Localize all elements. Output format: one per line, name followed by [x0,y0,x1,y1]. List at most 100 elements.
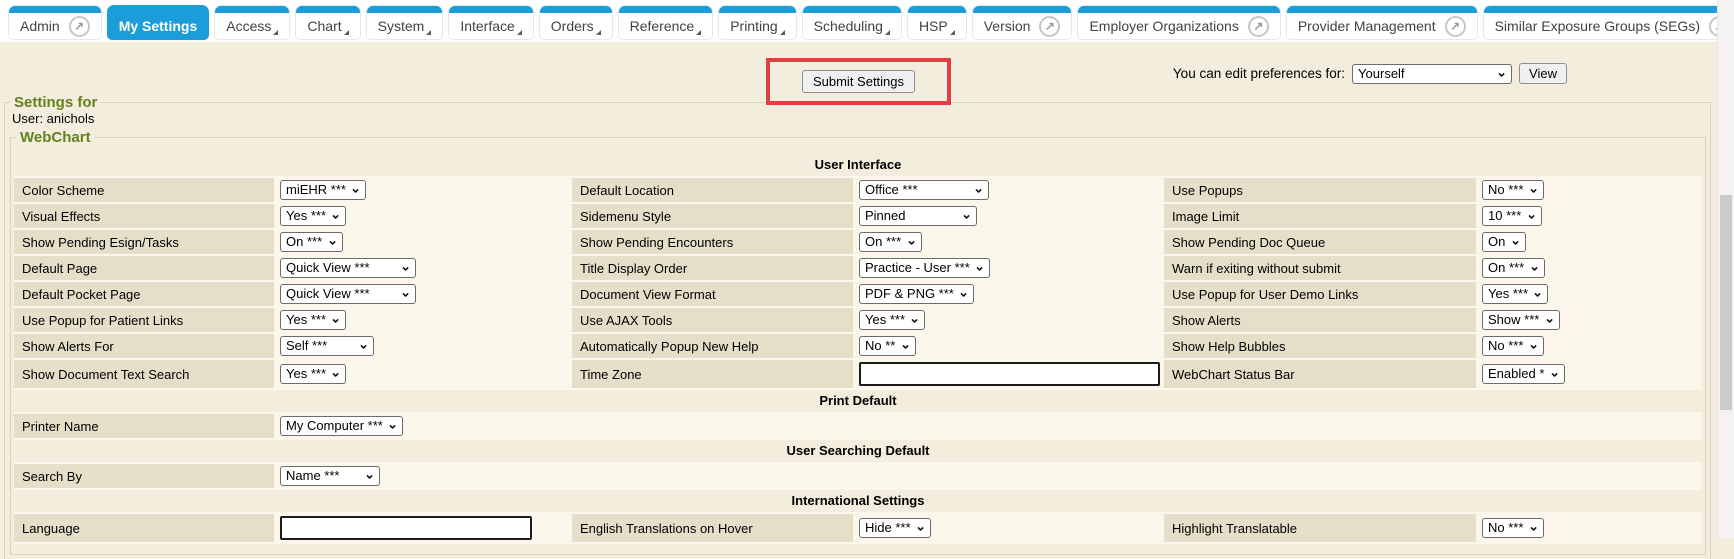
tab-accent-bar [367,6,443,13]
setting-label-webchart-status-bar: WebChart Status Bar [1164,360,1476,390]
webchart-my-settings-page: { "colors": { "accent_blue": "#1B9DD9", … [0,0,1734,538]
setting-select-color-scheme[interactable]: miEHR *** [280,180,366,200]
tab-label: System [378,18,425,34]
setting-label-document-view-format: Document View Format [572,282,853,308]
setting-label-use-popups: Use Popups [1164,178,1476,204]
tab-accent-bar [215,6,289,13]
scrollbar-thumb[interactable] [1720,195,1732,410]
setting-select-show-pending-esign-tasks[interactable]: On *** [280,232,343,252]
tab-scheduling[interactable]: Scheduling [802,5,902,40]
submit-settings-button[interactable]: Submit Settings [802,70,915,93]
setting-select-automatically-popup-new-help[interactable]: No ** [859,336,916,356]
menu-corner-icon [596,30,601,35]
setting-select-highlight-translatable[interactable]: No *** [1482,518,1544,538]
setting-label-show-document-text-search: Show Document Text Search [14,360,274,390]
tab-label: Scheduling [814,18,883,34]
setting-label-sidemenu-style: Sidemenu Style [572,204,853,230]
tab-reference[interactable]: Reference [618,5,714,40]
setting-value-cell: Yes ***⌄ [1476,282,1702,308]
tab-chart[interactable]: Chart [295,5,360,40]
webchart-legend: WebChart [16,129,95,146]
setting-value-cell: Yes ***⌄ [274,204,572,230]
tab-accent-bar [908,6,966,13]
setting-value-cell: Quick View ***⌄ [274,256,572,282]
setting-select-show-help-bubbles[interactable]: No *** [1482,336,1544,356]
tab-hsp[interactable]: HSP [907,5,967,40]
setting-select-image-limit[interactable]: 10 *** [1482,206,1542,226]
setting-value-cell: On ***⌄ [1476,256,1702,282]
setting-select-use-popup-for-patient-links[interactable]: Yes *** [280,310,346,330]
setting-label-english-translations-on-hover: English Translations on Hover [572,514,853,544]
setting-value-cell: No ***⌄ [1476,514,1702,544]
tab-accent-bar [1287,6,1477,13]
tab-interface[interactable]: Interface [448,5,533,40]
tab-label: Provider Management [1298,18,1436,34]
tab-orders[interactable]: Orders [539,5,613,40]
tab-printing[interactable]: Printing [718,5,796,40]
setting-select-default-pocket-page[interactable]: Quick View *** [280,284,416,304]
setting-select-search-by[interactable]: Name *** [280,466,380,486]
menu-corner-icon [426,30,431,35]
tab-label: Version [984,18,1031,34]
setting-label-default-pocket-page: Default Pocket Page [14,282,274,308]
setting-select-visual-effects[interactable]: Yes *** [280,206,346,226]
setting-value-cell [274,514,572,544]
view-button[interactable]: View [1519,63,1567,84]
setting-value-cell: Yes ***⌄ [274,308,572,334]
setting-select-show-alerts[interactable]: Show *** [1482,310,1560,330]
setting-value-cell [853,360,1164,390]
setting-select-document-view-format[interactable]: PDF & PNG *** [859,284,974,304]
setting-value-cell: PDF & PNG ***⌄ [853,282,1164,308]
setting-select-default-page[interactable]: Quick View *** [280,258,416,278]
tab-version[interactable]: Version↗ [972,5,1073,40]
tab-accent-bar [449,6,532,13]
setting-select-default-location[interactable]: Office *** [859,180,989,200]
setting-select-show-alerts-for[interactable]: Self *** [280,336,374,356]
vertical-scrollbar[interactable] [1717,0,1734,538]
setting-select-show-document-text-search[interactable]: Yes *** [280,364,346,384]
setting-select-use-popup-for-user-demo-links[interactable]: Yes *** [1482,284,1548,304]
tab-access[interactable]: Access [214,5,290,40]
setting-label-language: Language [14,514,274,544]
menu-corner-icon [273,30,278,35]
setting-select-show-pending-doc-queue[interactable]: On [1482,232,1526,252]
setting-select-printer-name[interactable]: My Computer *** [280,416,403,436]
tab-accent-bar [619,6,713,13]
tab-similar-exposure-groups-segs[interactable]: Similar Exposure Groups (SEGs)↗ [1483,5,1734,40]
tab-accent-bar [108,6,209,13]
setting-label-image-limit: Image Limit [1164,204,1476,230]
tab-label: Employer Organizations [1089,18,1238,34]
section-header-international-settings: International Settings [14,490,1702,514]
edit-preferences-for-select[interactable]: Yourself [1352,64,1512,84]
setting-value-cell: No ***⌄ [1476,178,1702,204]
setting-value-cell: On ***⌄ [274,230,572,256]
menu-corner-icon [780,30,785,35]
setting-label-visual-effects: Visual Effects [14,204,274,230]
setting-input-language[interactable] [280,516,532,540]
setting-input-time-zone[interactable] [859,362,1160,386]
setting-label-default-page: Default Page [14,256,274,282]
setting-select-sidemenu-style[interactable]: Pinned [859,206,977,226]
tab-accent-bar [973,6,1072,13]
tab-accent-bar [296,6,359,13]
setting-label-automatically-popup-new-help: Automatically Popup New Help [572,334,853,360]
tab-admin[interactable]: Admin↗ [8,5,102,40]
setting-label-title-display-order: Title Display Order [572,256,853,282]
tab-provider-management[interactable]: Provider Management↗ [1286,5,1478,40]
setting-select-webchart-status-bar[interactable]: Enabled * [1482,364,1565,384]
setting-select-use-popups[interactable]: No *** [1482,180,1544,200]
setting-value-cell: Yes ***⌄ [853,308,1164,334]
setting-select-english-translations-on-hover[interactable]: Hide *** [859,518,931,538]
setting-label-show-pending-encounters: Show Pending Encounters [572,230,853,256]
setting-select-title-display-order[interactable]: Practice - User *** [859,258,990,278]
setting-value-cell: Hide ***⌄ [853,514,1164,544]
tab-my-settings[interactable]: My Settings [107,5,210,40]
tab-system[interactable]: System [366,5,444,40]
setting-select-warn-if-exiting-without-submit[interactable]: On *** [1482,258,1545,278]
setting-label-use-popup-for-user-demo-links: Use Popup for User Demo Links [1164,282,1476,308]
setting-label-default-location: Default Location [572,178,853,204]
setting-select-show-pending-encounters[interactable]: On *** [859,232,922,252]
setting-value-cell: Office ***⌄ [853,178,1164,204]
tab-employer-organizations[interactable]: Employer Organizations↗ [1077,5,1280,40]
setting-select-use-ajax-tools[interactable]: Yes *** [859,310,925,330]
